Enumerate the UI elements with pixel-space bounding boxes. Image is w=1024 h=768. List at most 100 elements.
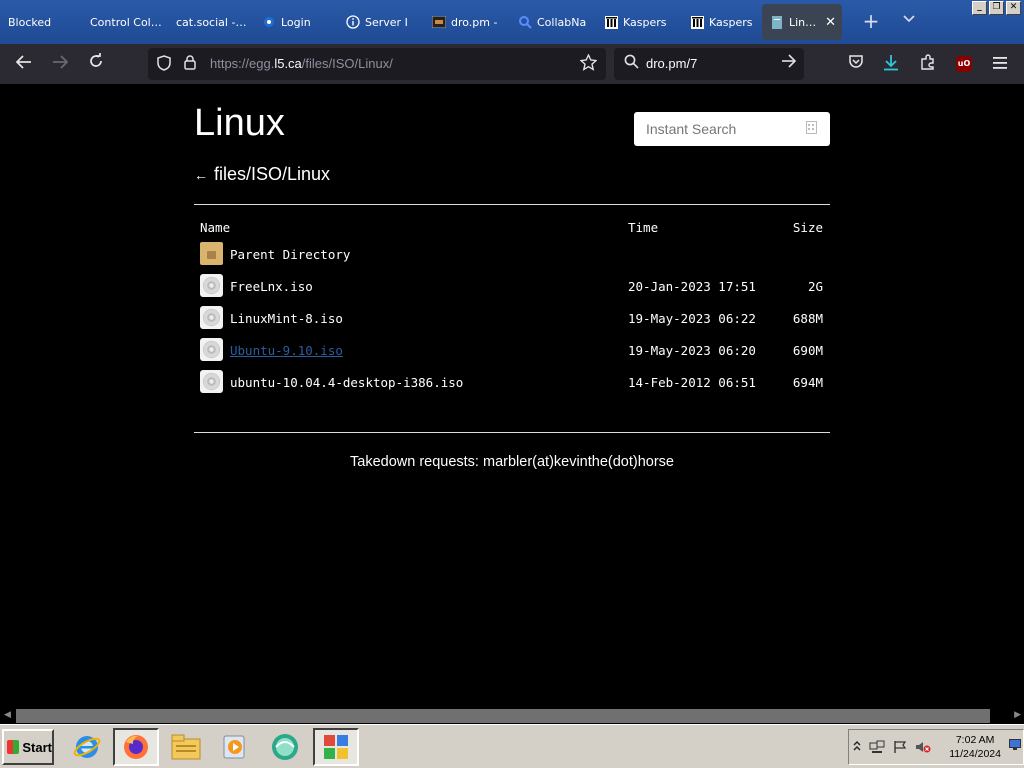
url-path: /files/ISO/Linux/ bbox=[301, 56, 393, 71]
tab-kaspersky-1[interactable]: Kaspers bbox=[596, 4, 682, 40]
messenger-icon[interactable] bbox=[262, 728, 308, 766]
reload-button[interactable] bbox=[84, 53, 108, 75]
ublock-origin-icon[interactable]: uO bbox=[956, 56, 972, 72]
search-icon bbox=[518, 15, 532, 29]
internet-explorer-icon[interactable] bbox=[64, 728, 110, 766]
file-explorer-icon[interactable] bbox=[163, 728, 209, 766]
lock-icon[interactable] bbox=[184, 55, 196, 74]
back-to-parent-link[interactable]: ← bbox=[194, 167, 208, 183]
back-button[interactable] bbox=[12, 53, 36, 75]
file-size: 694M bbox=[792, 375, 823, 390]
reload-icon bbox=[90, 53, 102, 67]
forward-button[interactable] bbox=[48, 53, 72, 75]
login-icon bbox=[262, 15, 276, 29]
forward-arrow-icon bbox=[53, 55, 69, 69]
start-button[interactable]: Start bbox=[2, 729, 54, 765]
tab-collabna[interactable]: CollabNa bbox=[510, 4, 596, 40]
horizontal-scrollbar[interactable]: ◀ ▶ bbox=[0, 708, 1024, 724]
keyboard-icon bbox=[806, 121, 817, 137]
action-center-flag-icon[interactable] bbox=[893, 740, 907, 757]
bookmark-star-icon[interactable] bbox=[579, 53, 598, 75]
close-tab-icon[interactable]: ✕ bbox=[825, 15, 836, 30]
scrollbar-thumb[interactable] bbox=[16, 709, 990, 723]
tab-control-collab[interactable]: Control Collab bbox=[82, 4, 168, 40]
kaspersky-icon bbox=[690, 15, 704, 29]
scroll-right-arrow-icon[interactable]: ▶ bbox=[1014, 710, 1021, 720]
tab-dropm[interactable]: dro.pm - bbox=[424, 4, 510, 40]
downloads-icon[interactable] bbox=[881, 54, 901, 74]
pocket-icon[interactable] bbox=[846, 54, 866, 74]
table-row[interactable]: LinuxMint-8.iso 19-May-2023 06:22 688M bbox=[194, 302, 830, 334]
search-value: dro.pm/7 bbox=[646, 56, 698, 71]
column-header-size[interactable]: Size bbox=[793, 220, 823, 235]
new-tab-button[interactable]: + bbox=[860, 10, 882, 34]
volume-muted-icon[interactable] bbox=[915, 740, 931, 757]
start-label: Start bbox=[22, 739, 52, 755]
clock[interactable]: 7:02 AM 11/24/2024 bbox=[949, 733, 1001, 761]
extensions-icon[interactable] bbox=[918, 54, 938, 74]
search-box[interactable]: dro.pm/7 bbox=[614, 48, 804, 80]
instant-search-input[interactable] bbox=[634, 112, 830, 146]
url-text: https://egg.l5.ca/files/ISO/Linux/ bbox=[210, 56, 393, 71]
search-go-arrow-icon[interactable] bbox=[781, 54, 797, 72]
network-icon[interactable] bbox=[869, 740, 885, 757]
tab-label: Linux bbox=[789, 15, 818, 29]
taskbar: Start 7:02 AM 11/24/2024 bbox=[0, 724, 1024, 768]
table-row[interactable]: Ubuntu-9.10.iso 19-May-2023 06:20 690M bbox=[194, 334, 830, 366]
info-icon bbox=[346, 15, 360, 29]
kaspersky-icon bbox=[604, 15, 618, 29]
disc-image-icon bbox=[200, 338, 223, 361]
tab-cat-social[interactable]: cat.social - Th bbox=[168, 4, 254, 40]
menu-icon[interactable] bbox=[990, 54, 1010, 74]
show-hidden-icons-icon[interactable] bbox=[853, 740, 861, 755]
tab-label: Login bbox=[281, 15, 311, 29]
column-header-name[interactable]: Name bbox=[200, 220, 230, 235]
minimize-button[interactable]: _ bbox=[972, 1, 987, 15]
tab-label: dro.pm - bbox=[451, 15, 498, 29]
file-listing: Name Time Size Parent Directory FreeLnx.… bbox=[194, 216, 830, 398]
close-window-button[interactable]: ✕ bbox=[1006, 1, 1021, 15]
file-time: 19-May-2023 06:20 bbox=[628, 343, 756, 358]
puzzle-app-icon[interactable] bbox=[313, 728, 359, 766]
clock-time: 7:02 AM bbox=[955, 734, 995, 746]
tab-server-info[interactable]: Server I bbox=[338, 4, 424, 40]
firefox-icon[interactable] bbox=[113, 728, 159, 766]
breadcrumb-path: files/ISO/Linux bbox=[214, 164, 331, 184]
restore-button[interactable]: ❐ bbox=[989, 1, 1004, 15]
shield-icon[interactable] bbox=[157, 55, 171, 75]
tab-label: CollabNa bbox=[537, 15, 587, 29]
tab-label: cat.social - Th bbox=[176, 15, 248, 29]
listing-header: Name Time Size bbox=[194, 216, 830, 238]
file-name-link[interactable]: FreeLnx.iso bbox=[230, 279, 313, 294]
file-name-link[interactable]: LinuxMint-8.iso bbox=[230, 311, 343, 326]
bottom-divider bbox=[194, 432, 830, 433]
file-name-link[interactable]: ubuntu-10.04.4-desktop-i386.iso bbox=[230, 375, 463, 390]
file-size: 690M bbox=[792, 343, 823, 358]
tab-login[interactable]: Login bbox=[254, 4, 338, 40]
url-prefix: https://egg. bbox=[210, 56, 275, 71]
disc-image-icon bbox=[200, 370, 223, 393]
page-content: Linux ← files/ISO/Linux Name Time Size Pa… bbox=[0, 84, 1024, 708]
tab-kaspersky-2[interactable]: Kaspers bbox=[682, 4, 762, 40]
clock-date: 11/24/2024 bbox=[949, 748, 1001, 760]
list-all-tabs-icon[interactable] bbox=[898, 12, 920, 32]
top-divider bbox=[194, 204, 830, 205]
show-desktop-icon[interactable] bbox=[1009, 739, 1021, 753]
table-row[interactable]: FreeLnx.iso 20-Jan-2023 17:51 2G bbox=[194, 270, 830, 302]
media-player-icon[interactable] bbox=[212, 728, 258, 766]
address-bar[interactable]: https://egg.l5.ca/files/ISO/Linux/ bbox=[148, 48, 606, 80]
file-name-link[interactable]: Parent Directory bbox=[230, 247, 350, 262]
file-name-link[interactable]: Ubuntu-9.10.iso bbox=[230, 343, 343, 358]
table-row[interactable]: Parent Directory bbox=[194, 238, 830, 270]
tab-label: Blocked bbox=[8, 15, 52, 29]
tab-label: Server I bbox=[365, 15, 408, 29]
window-controls: _ ❐ ✕ bbox=[972, 1, 1021, 15]
disc-image-icon bbox=[200, 306, 223, 329]
tab-linux[interactable]: Linux ✕ bbox=[762, 4, 842, 40]
scroll-left-arrow-icon[interactable]: ◀ bbox=[4, 710, 11, 720]
table-row[interactable]: ubuntu-10.04.4-desktop-i386.iso 14-Feb-2… bbox=[194, 366, 830, 398]
tab-blocked[interactable]: Blocked bbox=[0, 4, 82, 40]
url-host: l5.ca bbox=[274, 56, 302, 71]
column-header-time[interactable]: Time bbox=[628, 220, 658, 235]
breadcrumb: ← files/ISO/Linux bbox=[194, 164, 330, 185]
